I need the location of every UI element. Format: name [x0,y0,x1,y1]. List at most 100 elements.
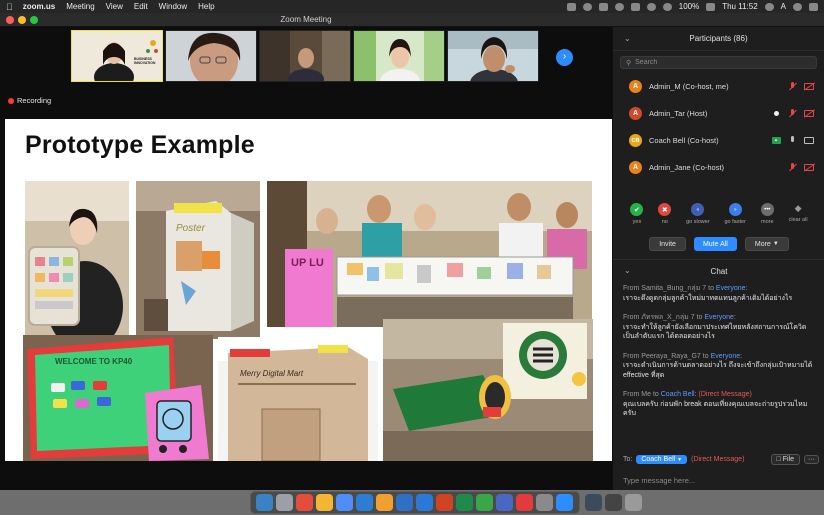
clock[interactable]: Thu 11:52 [722,2,757,11]
dock-app-icon[interactable] [276,494,293,511]
dock-app-icon[interactable] [256,494,273,511]
reaction-label: yes [632,219,642,225]
collapse-chevron-icon[interactable]: ⌄ [624,34,631,43]
mic-muted-icon[interactable] [788,109,797,118]
camera-icon[interactable] [804,137,814,144]
user-icon[interactable] [793,2,802,11]
reaction-clear-all[interactable]: ◆ clear all [789,203,808,237]
dock-app-icon[interactable] [605,494,622,511]
file-button-label: File [782,455,794,463]
dock-app-icon[interactable] [436,494,453,511]
chat-more-button[interactable]: ··· [804,454,819,464]
window-title: Zoom Meeting [280,15,332,24]
menu-view[interactable]: View [106,2,123,11]
dock-app-icon[interactable] [396,494,413,511]
recording-indicator[interactable]: Recording [8,96,51,105]
camera-off-icon[interactable] [804,164,814,171]
control-center-icon[interactable] [809,2,818,11]
bluetooth-icon[interactable] [646,2,656,11]
uplu-poster-text: UP LU [291,257,324,269]
message-sender: From Samita_Bung_กลุ่ม 7 to [623,285,714,292]
wifi-icon[interactable] [662,2,672,11]
participant-row[interactable]: A Admin_Tar (Host) [613,100,824,127]
collapse-chevron-icon[interactable]: ⌄ [624,266,631,275]
dock-app-icon[interactable] [496,494,513,511]
more-button-label: More [754,240,771,248]
recipient-dropdown[interactable]: Coach Bell ▼ [636,454,688,464]
slide-title: Prototype Example [25,131,255,159]
video-thumbnail[interactable] [259,30,351,82]
battery-icon[interactable] [706,2,716,11]
dock-app-icon[interactable] [336,494,353,511]
video-thumbnail[interactable] [165,30,257,82]
dock-app-icon[interactable] [316,494,333,511]
message-sender: From Me to [623,391,659,398]
reaction-yes[interactable]: ✔ yes [630,203,644,237]
dock-app-icon[interactable] [296,494,313,511]
camera-off-icon[interactable] [804,110,814,117]
file-button[interactable]: □ File [770,453,800,465]
reaction-no[interactable]: ✖ no [658,203,672,237]
search-icon[interactable] [764,2,774,11]
menu-window[interactable]: Window [159,2,187,11]
reaction-go-faster[interactable]: » go faster [725,203,746,237]
chat-input[interactable] [623,476,813,485]
menu-meeting[interactable]: Meeting [66,2,94,11]
chat-message: From Samita_Bung_กลุ่ม 7 to Everyone: เร… [623,284,815,303]
search-icon: ⚲ [626,59,632,67]
dock-app-icon[interactable] [516,494,533,511]
invite-button[interactable]: Invite [649,237,686,251]
mic-icon[interactable] [788,136,797,145]
recording-dot-icon [8,97,14,104]
participant-row[interactable]: CB Coach Bell (Co-host) [613,127,824,154]
camera-off-icon[interactable] [804,83,814,90]
mac-menubar:  zoom.us Meeting View Edit Window Help … [0,0,824,13]
line-status-icon[interactable] [598,2,608,11]
menu-edit[interactable]: Edit [134,2,148,11]
dock-app-icon[interactable] [376,494,393,511]
next-page-button[interactable]: › [556,49,573,66]
chat-panel: ⌄ Chat From Samita_Bung_กลุ่ม 7 to Every… [613,259,824,490]
dock-app-icon[interactable] [416,494,433,511]
participants-search-input[interactable] [635,59,806,66]
video-thumbnail[interactable] [447,30,539,82]
video-thumbnail[interactable]: BUSINESS INNOVATION [71,30,163,82]
menu-app[interactable]: zoom.us [23,2,55,11]
reaction-go-slower[interactable]: « go slower [686,203,710,237]
reaction-label: go faster [724,219,746,225]
participant-status-icons [774,109,814,118]
status-icon[interactable] [614,2,624,11]
display-icon[interactable] [630,2,640,11]
trash-icon[interactable] [625,494,642,511]
message-recipient: Coach Bell [660,391,695,398]
participants-search: ⚲ [620,56,817,69]
menu-help[interactable]: Help [198,2,214,11]
message-body: เราจะทำให้ลูกค้ายังเลือกมาประเทศไทยหลังส… [623,323,807,341]
chat-message: From Peeraya_Raya_G7 to Everyone: เราจะด… [623,352,815,381]
direct-message-label: (Direct Message) [691,455,745,463]
mic-muted-icon[interactable] [788,163,797,172]
participant-name: Admin_Tar (Host) [649,109,708,118]
message-sender: From ภัทรพล_X_กลุ่ม 7 to [623,314,703,321]
chat-messages[interactable]: From Samita_Bung_กลุ่ม 7 to Everyone: เร… [613,282,824,419]
dock-app-icon[interactable] [356,494,373,511]
participant-row[interactable]: A Admin_M (Co-host, me) [613,73,824,100]
more-button[interactable]: More ▼ [744,237,789,251]
dock-app-icon[interactable] [556,494,573,511]
dock-app-icon[interactable] [476,494,493,511]
mic-muted-icon[interactable] [788,82,797,91]
message-sender: From Peeraya_Raya_G7 to [623,352,709,360]
video-thumbnail[interactable] [353,30,445,82]
input-source[interactable]: A [781,2,786,11]
apple-icon[interactable]:  [6,2,13,12]
dock-app-icon[interactable] [536,494,553,511]
status-icon[interactable] [582,2,592,11]
dock-app-icon[interactable] [585,494,602,511]
mute-all-button[interactable]: Mute All [693,237,737,251]
chat-header: ⌄ Chat [613,260,824,282]
participant-row[interactable]: A Admin_Jane (Co-host) [613,154,824,181]
check-icon: ✔ [630,203,644,216]
zoom-status-icon[interactable] [566,2,576,11]
dock-app-icon[interactable] [456,494,473,511]
reaction-more[interactable]: ••• more [760,203,774,237]
